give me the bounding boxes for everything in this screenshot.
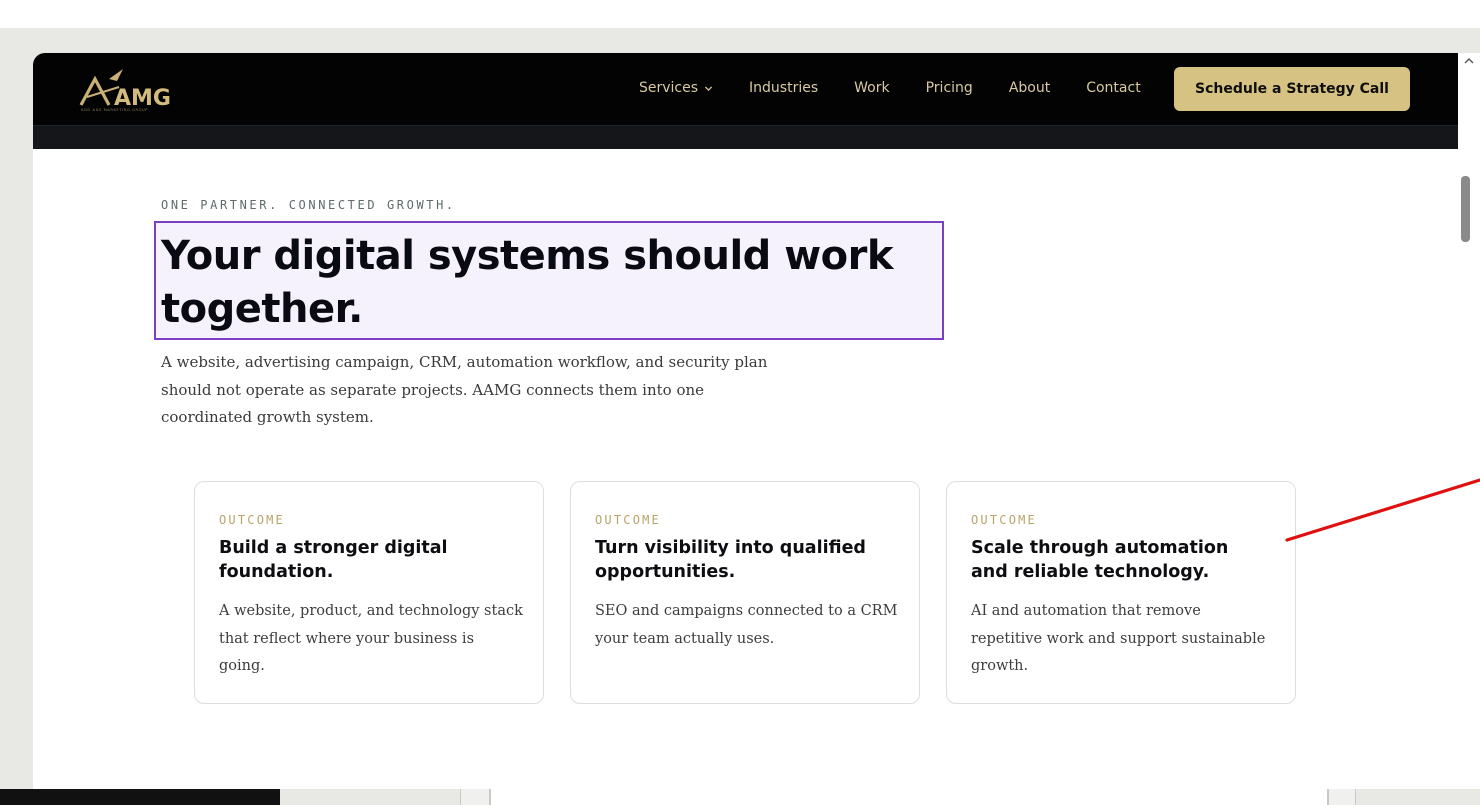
schedule-call-button[interactable]: Schedule a Strategy Call	[1174, 67, 1410, 111]
nav-item-label: Contact	[1086, 80, 1141, 96]
card-body: A website, product, and technology stack…	[219, 603, 523, 674]
taskbar-divider	[1328, 789, 1356, 805]
hero-headline: Your digital systems should work togethe…	[161, 233, 893, 332]
nav-item-label: Pricing	[925, 80, 973, 96]
card-title: Scale through automation and reliable te…	[971, 538, 1229, 582]
taskbar-dark-segment	[0, 789, 280, 805]
scroll-up-arrow-icon[interactable]	[1462, 56, 1476, 66]
nav-item-work[interactable]: Work	[854, 80, 889, 96]
outcome-card: OUTCOME Build a stronger digital foundat…	[194, 481, 544, 704]
nav-item-label: About	[1008, 80, 1051, 96]
nav-item-about[interactable]: About	[1009, 80, 1050, 96]
card-body: AI and automation that remove repetitive…	[971, 603, 1266, 674]
logo-mark-icon: AMG ADD ADS MARKETING GROUP	[79, 69, 171, 112]
card-body: SEO and campaigns connected to a CRM you…	[595, 603, 898, 647]
site-header: AMG ADD ADS MARKETING GROUP Services Ind…	[33, 53, 1458, 125]
header-shadow-band	[33, 125, 1458, 149]
scrollbar-thumb[interactable]	[1461, 176, 1470, 242]
taskbar-window-preview	[490, 789, 1328, 805]
outcome-card: OUTCOME Scale through automation and rel…	[946, 481, 1296, 704]
nav-item-label: Work	[854, 80, 890, 96]
nav-item-industries[interactable]: Industries	[749, 80, 818, 96]
card-title: Build a stronger digital foundation.	[219, 538, 448, 582]
nav-item-pricing[interactable]: Pricing	[926, 80, 973, 96]
card-kicker: OUTCOME	[595, 513, 661, 527]
card-title: Turn visibility into qualified opportuni…	[595, 538, 866, 582]
nav-item-label: Industries	[749, 80, 819, 96]
nav-item-services[interactable]: Services	[639, 80, 713, 96]
chevron-down-icon	[704, 85, 713, 91]
outcome-card: OUTCOME Turn visibility into qualified o…	[570, 481, 920, 704]
svg-text:ADD ADS MARKETING GROUP: ADD ADS MARKETING GROUP	[81, 108, 148, 112]
nav-item-label: Services	[639, 80, 699, 96]
card-kicker: OUTCOME	[971, 513, 1037, 527]
taskbar-divider	[460, 789, 490, 805]
site-logo[interactable]: AMG ADD ADS MARKETING GROUP	[79, 67, 197, 113]
hero-eyebrow: ONE PARTNER. CONNECTED GROWTH.	[161, 198, 456, 212]
hero-lead: A website, advertising campaign, CRM, au…	[161, 353, 768, 426]
vertical-scrollbar[interactable]	[1458, 53, 1480, 789]
nav-item-contact[interactable]: Contact	[1086, 80, 1140, 96]
browser-top-strip	[0, 0, 1480, 28]
card-kicker: OUTCOME	[219, 513, 285, 527]
primary-nav: Services Industries Work Pricing About C…	[639, 80, 1177, 96]
